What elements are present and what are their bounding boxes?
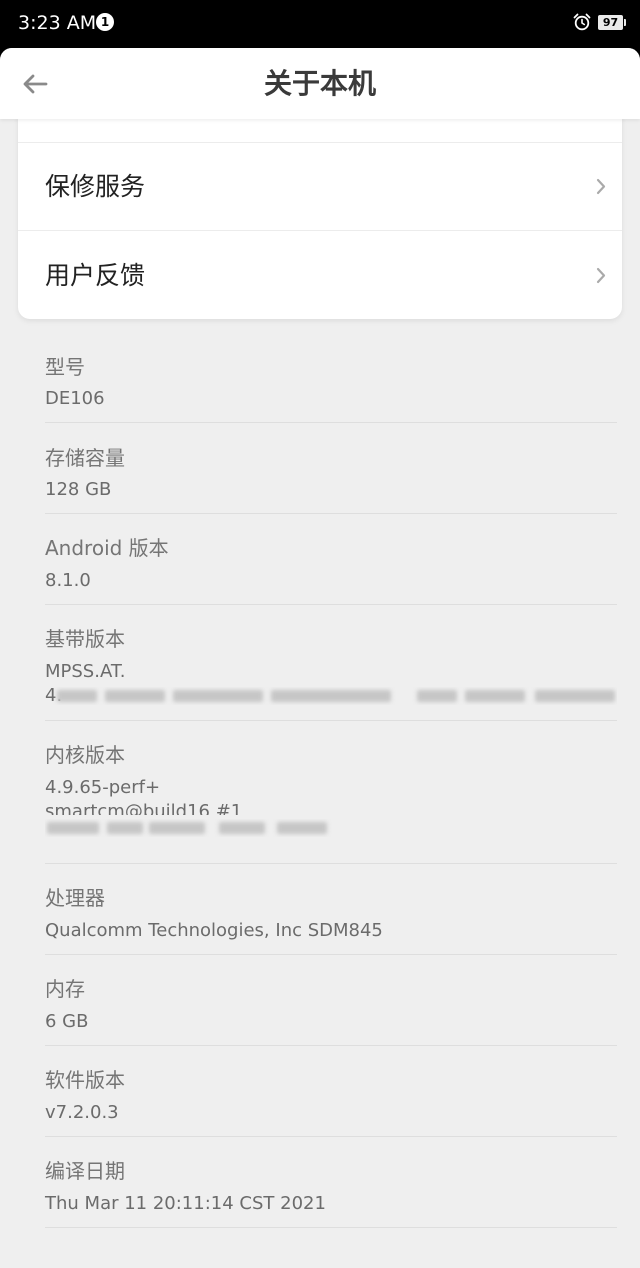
battery-indicator: 97 xyxy=(598,15,626,30)
info-label: 内存 xyxy=(45,977,85,1001)
page-title: 关于本机 xyxy=(263,67,376,100)
info-value: v7.2.0.3 xyxy=(45,1102,119,1123)
info-item-android-version: Android 版本 8.1.0 xyxy=(45,514,617,605)
info-item-processor: 处理器 Qualcomm Technologies, Inc SDM845 xyxy=(45,864,617,955)
alarm-clock-icon xyxy=(573,13,591,31)
info-label: 软件版本 xyxy=(45,1068,125,1092)
info-item-memory: 内存 6 GB xyxy=(45,955,617,1046)
redacted-text xyxy=(45,819,617,837)
info-item-kernel: 内核版本 4.9.65-perf+ smartcm@build16 #1 xyxy=(45,721,617,864)
info-item-build-date: 编译日期 Thu Mar 11 20:11:14 CST 2021 xyxy=(45,1137,617,1228)
chevron-right-icon xyxy=(596,267,606,284)
info-value: Thu Mar 11 20:11:14 CST 2021 xyxy=(45,1193,326,1214)
status-bar: 3:23 AM 1 97 xyxy=(0,0,640,48)
menu-item-label: 用户反馈 xyxy=(45,261,146,290)
info-item-baseband: 基带版本 MPSS.AT. 4. xyxy=(45,605,617,721)
info-label: 存储容量 xyxy=(45,446,125,470)
info-value: 8.1.0 xyxy=(45,570,91,591)
info-value: 4.9.65-perf+ xyxy=(45,777,161,798)
info-value: MPSS.AT. xyxy=(45,661,126,682)
info-value-line2-wrap: smartcm@build16 #1 xyxy=(45,801,617,815)
info-label: 处理器 xyxy=(45,886,105,910)
info-value: DE106 xyxy=(45,388,105,409)
about-phone-page: 关于本机 保修服务 用户反馈 型号 DE106 存储容量 128 GB Andr… xyxy=(0,48,640,1268)
info-label: Android 版本 xyxy=(45,536,169,560)
info-value: 6 GB xyxy=(45,1011,89,1032)
info-item-storage: 存储容量 128 GB xyxy=(45,423,617,514)
info-item-model: 型号 DE106 xyxy=(45,319,617,423)
menu-card: 保修服务 用户反馈 xyxy=(18,104,622,319)
info-item-software-version: 软件版本 v7.2.0.3 xyxy=(45,1046,617,1137)
info-value-line2: smartcm@build16 #1 xyxy=(45,801,243,815)
notification-badge: 1 xyxy=(96,13,114,31)
menu-item-label: 保修服务 xyxy=(45,172,146,201)
redacted-text: 4. xyxy=(45,687,617,705)
info-label: 编译日期 xyxy=(45,1159,125,1183)
info-value: Qualcomm Technologies, Inc SDM845 xyxy=(45,920,383,941)
screen: 3:23 AM 1 97 关于本机 保修服务 用户反馈 型号 DE106 存储容… xyxy=(0,0,640,1268)
chevron-right-icon xyxy=(596,178,606,195)
info-value: 128 GB xyxy=(45,479,112,500)
app-bar: 关于本机 xyxy=(0,48,640,119)
user-feedback-item[interactable]: 用户反馈 xyxy=(18,231,622,320)
info-label: 型号 xyxy=(45,355,85,379)
status-time: 3:23 AM xyxy=(18,12,97,34)
warranty-service-item[interactable]: 保修服务 xyxy=(18,142,622,231)
info-label: 基带版本 xyxy=(45,627,125,651)
device-info-list: 型号 DE106 存储容量 128 GB Android 版本 8.1.0 基带… xyxy=(45,319,617,1228)
info-label: 内核版本 xyxy=(45,743,125,767)
